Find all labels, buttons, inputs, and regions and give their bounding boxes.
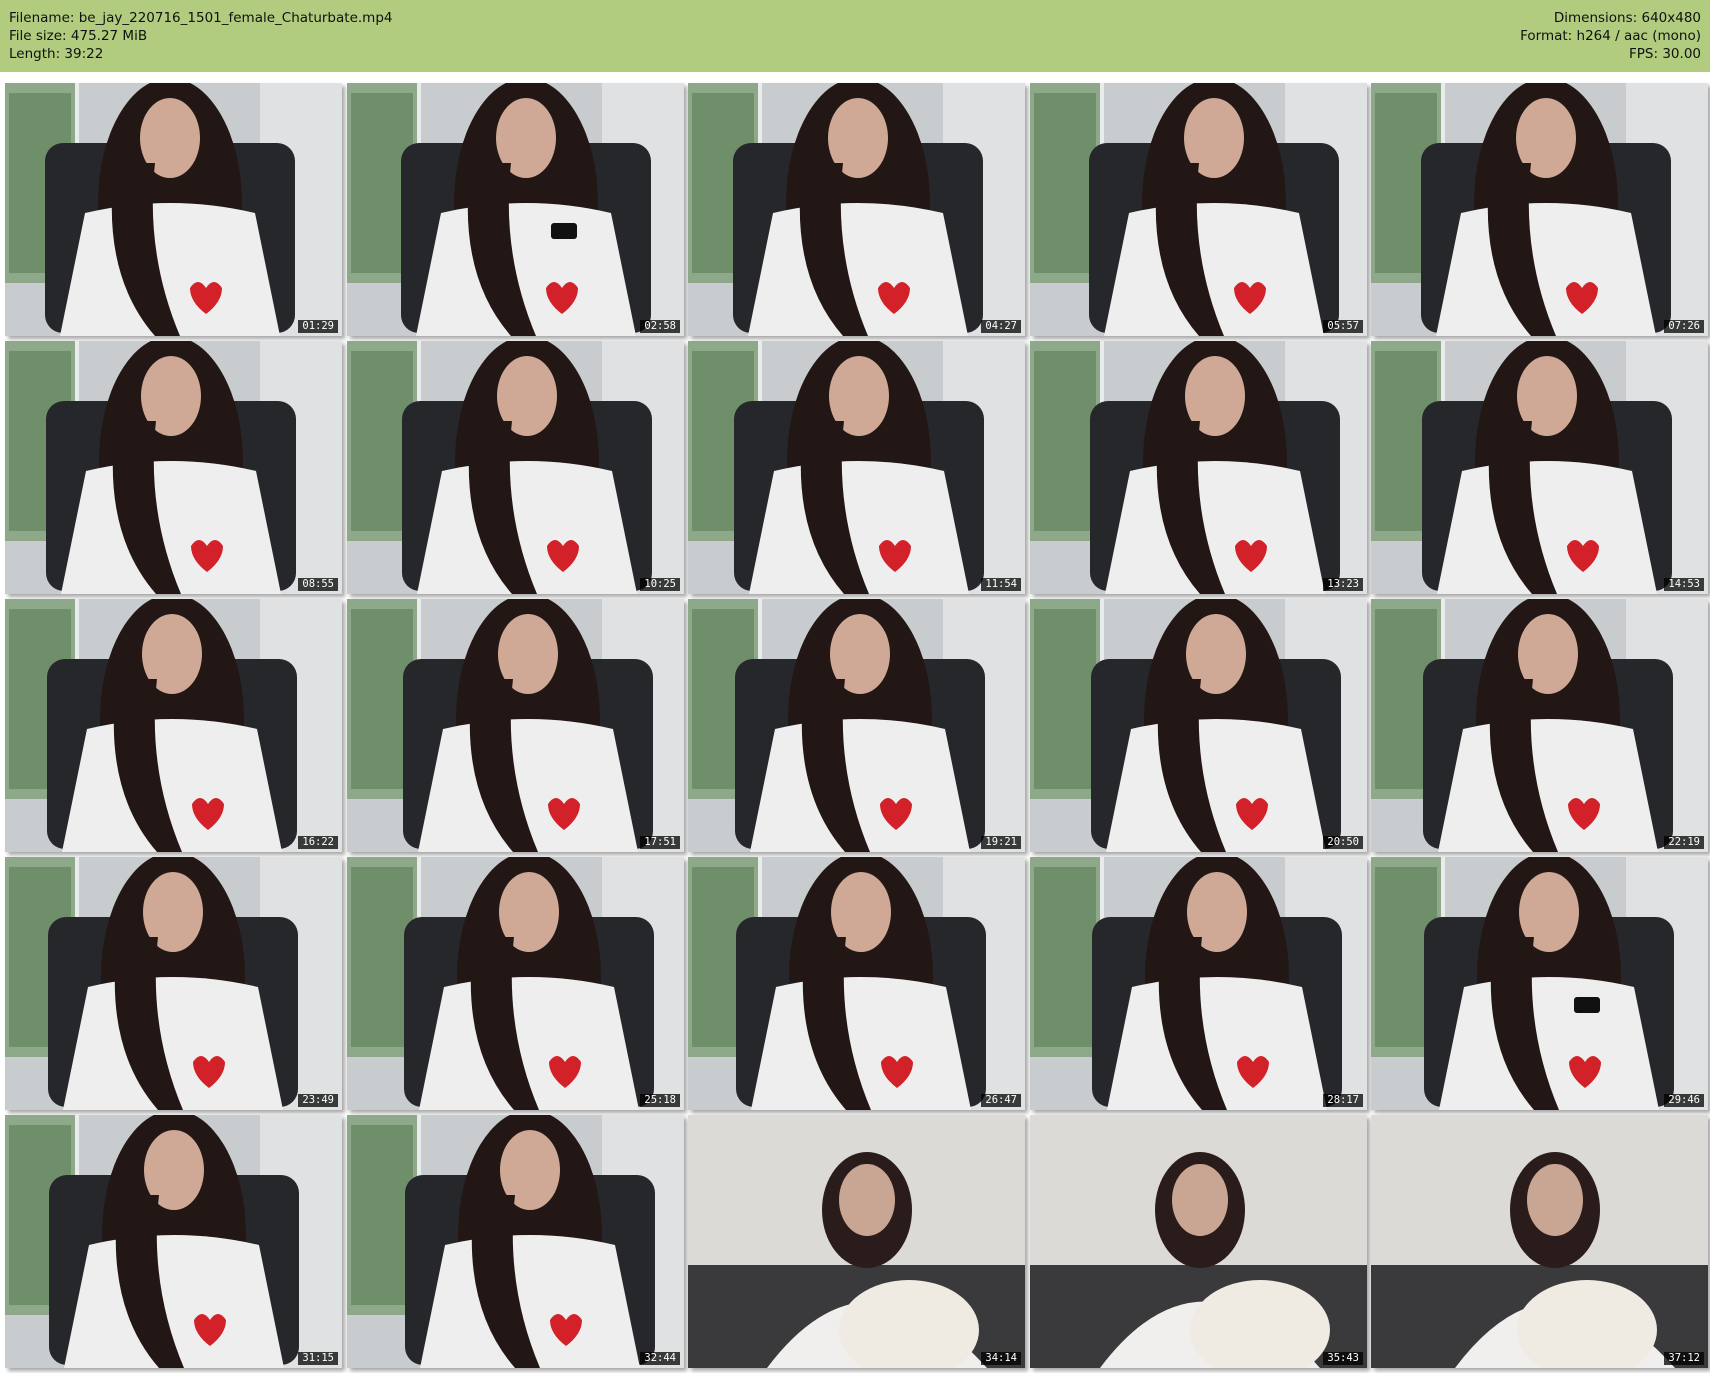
video-thumbnail: 11:54 [688, 341, 1025, 594]
thumbnail-frame [347, 599, 684, 852]
video-thumbnail: 32:44 [347, 1115, 684, 1368]
thumbnail-frame [1371, 599, 1708, 852]
video-thumbnail: 23:49 [5, 857, 342, 1110]
thumbnail-frame [347, 1115, 684, 1368]
thumbnail-timestamp: 35:43 [1323, 1352, 1363, 1365]
thumbnail-frame [1030, 857, 1367, 1110]
video-thumbnail: 34:14 [688, 1115, 1025, 1368]
thumbnail-timestamp: 28:17 [1323, 1094, 1363, 1107]
thumbnail-timestamp: 10:25 [640, 578, 680, 591]
video-thumbnail: 19:21 [688, 599, 1025, 852]
format-text: Format: h264 / aac (mono) [1520, 28, 1701, 44]
thumbnail-timestamp: 14:53 [1664, 578, 1704, 591]
filesize-text: File size: 475.27 MiB [9, 28, 148, 44]
thumbnail-frame [688, 599, 1025, 852]
thumbnail-timestamp: 26:47 [981, 1094, 1021, 1107]
video-thumbnail: 26:47 [688, 857, 1025, 1110]
video-thumbnail: 01:29 [5, 83, 342, 336]
thumbnail-timestamp: 04:27 [981, 320, 1021, 333]
thumbnail-timestamp: 13:23 [1323, 578, 1363, 591]
thumbnail-timestamp: 02:58 [640, 320, 680, 333]
video-thumbnail: 20:50 [1030, 599, 1367, 852]
thumbnail-frame [5, 857, 342, 1110]
thumbnail-frame [5, 599, 342, 852]
thumbnail-timestamp: 20:50 [1323, 836, 1363, 849]
video-thumbnail: 02:58 [347, 83, 684, 336]
video-thumbnail: 14:53 [1371, 341, 1708, 594]
thumbnail-timestamp: 25:18 [640, 1094, 680, 1107]
thumbnail-timestamp: 08:55 [298, 578, 338, 591]
video-thumbnail: 31:15 [5, 1115, 342, 1368]
thumbnail-grid: 01:29 02:58 04:27 05:57 07:26 08:55 10:25 11:54… [0, 72, 1710, 1373]
thumbnail-frame [1371, 341, 1708, 594]
thumbnail-timestamp: 01:29 [298, 320, 338, 333]
thumbnail-timestamp: 16:22 [298, 836, 338, 849]
thumbnail-frame [688, 341, 1025, 594]
thumbnail-timestamp: 34:14 [981, 1352, 1021, 1365]
length-text: Length: 39:22 [9, 46, 104, 62]
thumbnail-timestamp: 37:12 [1664, 1352, 1704, 1365]
thumbnail-timestamp: 05:57 [1323, 320, 1363, 333]
filename-text: Filename: be_jay_220716_1501_female_Chat… [9, 10, 393, 26]
thumbnail-timestamp: 31:15 [298, 1352, 338, 1365]
video-thumbnail: 17:51 [347, 599, 684, 852]
metadata-left: Filename: be_jay_220716_1501_female_Chat… [9, 9, 392, 63]
video-thumbnail: 37:12 [1371, 1115, 1708, 1368]
video-thumbnail: 25:18 [347, 857, 684, 1110]
thumbnail-frame [5, 83, 342, 336]
thumbnail-frame [347, 857, 684, 1110]
thumbnail-timestamp: 23:49 [298, 1094, 338, 1107]
thumbnail-timestamp: 07:26 [1664, 320, 1704, 333]
thumbnail-frame [1030, 341, 1367, 594]
thumbnail-frame [5, 341, 342, 594]
thumbnail-frame [1030, 599, 1367, 852]
video-thumbnail: 29:46 [1371, 857, 1708, 1110]
video-thumbnail: 10:25 [347, 341, 684, 594]
thumbnail-frame [1371, 857, 1708, 1110]
dimensions-text: Dimensions: 640x480 [1553, 10, 1701, 26]
thumbnail-frame [347, 83, 684, 336]
thumbnail-timestamp: 29:46 [1664, 1094, 1704, 1107]
video-thumbnail: 28:17 [1030, 857, 1367, 1110]
thumbnail-frame [347, 341, 684, 594]
video-thumbnail: 04:27 [688, 83, 1025, 336]
thumbnail-timestamp: 32:44 [640, 1352, 680, 1365]
thumbnail-frame [688, 857, 1025, 1110]
thumbnail-frame [1371, 1115, 1708, 1368]
video-thumbnail: 22:19 [1371, 599, 1708, 852]
thumbnail-timestamp: 17:51 [640, 836, 680, 849]
video-thumbnail: 05:57 [1030, 83, 1367, 336]
thumbnail-frame [1371, 83, 1708, 336]
metadata-header: Filename: be_jay_220716_1501_female_Chat… [0, 0, 1710, 72]
thumbnail-timestamp: 19:21 [981, 836, 1021, 849]
thumbnail-frame [688, 83, 1025, 336]
thumbnail-timestamp: 11:54 [981, 578, 1021, 591]
thumbnail-frame [1030, 1115, 1367, 1368]
thumbnail-frame [5, 1115, 342, 1368]
video-thumbnail: 16:22 [5, 599, 342, 852]
video-thumbnail: 13:23 [1030, 341, 1367, 594]
video-thumbnail: 07:26 [1371, 83, 1708, 336]
thumbnail-frame [688, 1115, 1025, 1368]
video-thumbnail: 35:43 [1030, 1115, 1367, 1368]
metadata-right: Dimensions: 640x480 Format: h264 / aac (… [1520, 9, 1701, 63]
video-thumbnail: 08:55 [5, 341, 342, 594]
thumbnail-timestamp: 22:19 [1664, 836, 1704, 849]
fps-text: FPS: 30.00 [1629, 46, 1701, 62]
thumbnail-frame [1030, 83, 1367, 336]
